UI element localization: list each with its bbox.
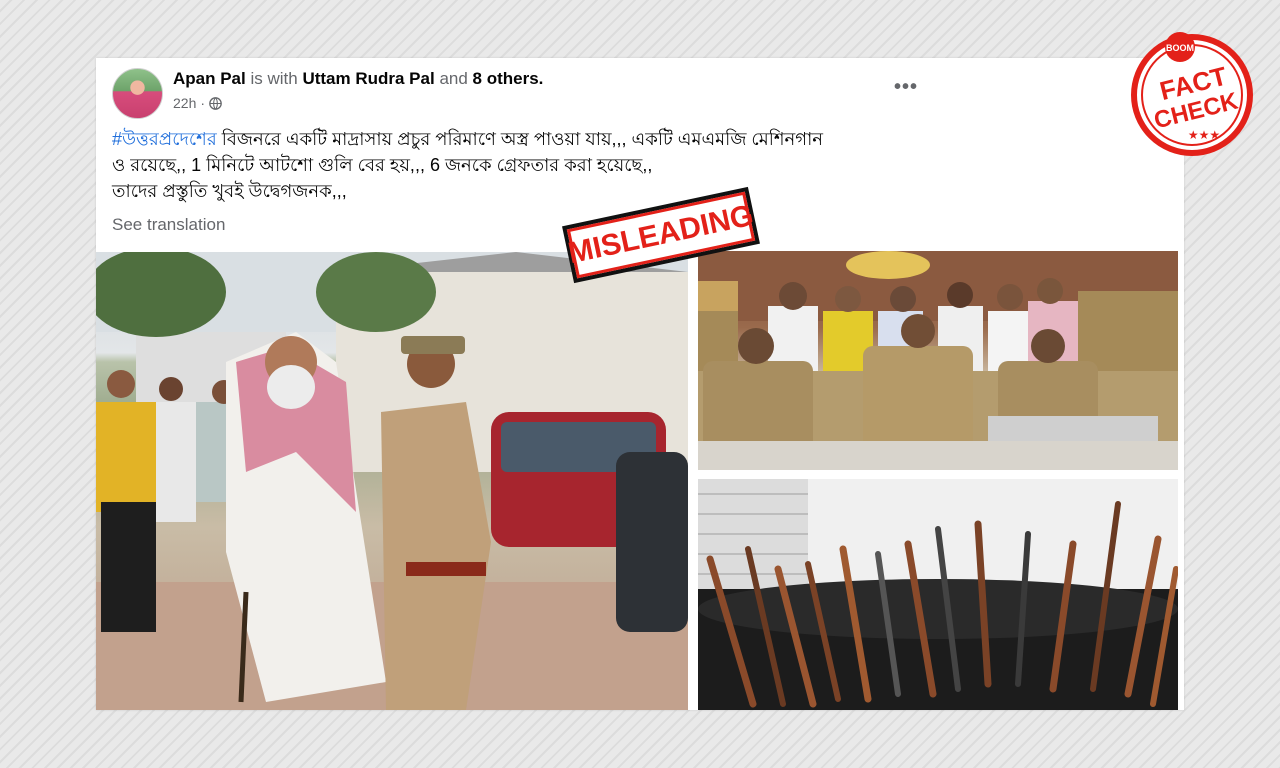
see-translation-link[interactable]: See translation	[112, 215, 225, 235]
boom-logo-text: BOOM	[1166, 43, 1194, 53]
post-line-3: তাদের প্রস্তুতি খুবই উদ্বেগজনক,,,	[112, 181, 347, 201]
with-text: is with	[250, 69, 298, 88]
post-header: Apan Pal is with Uttam Rudra Pal and 8 o…	[173, 69, 543, 89]
tagged-name[interactable]: Uttam Rudra Pal	[302, 69, 434, 88]
and-text: and	[439, 69, 468, 88]
photo-arrest[interactable]	[96, 252, 688, 710]
author-name[interactable]: Apan Pal	[173, 69, 246, 88]
photo-seized-weapons[interactable]	[698, 479, 1178, 710]
hashtag-link[interactable]: #উত্তরপ্রদেশের	[112, 129, 217, 149]
post-time[interactable]: 22h	[173, 95, 196, 111]
time-separator: ·	[200, 95, 206, 111]
post-line-1: #উত্তরপ্রদেশের বিজনরে একটি মাদ্রাসায় প্…	[112, 126, 972, 152]
post-line-2: ও রয়েছে,, 1 মিনিটে আটশো গুলি বের হয়,,,…	[112, 155, 653, 175]
globe-icon	[209, 96, 222, 110]
photo-seized-weapons-illustration	[698, 479, 1178, 710]
others-link[interactable]: 8 others.	[473, 69, 544, 88]
photo-press-conference[interactable]	[698, 251, 1178, 470]
photo-arrest-illustration	[96, 252, 688, 710]
stars-icon: ★★★	[1188, 128, 1220, 142]
avatar[interactable]	[112, 68, 163, 119]
post-line-1-text: বিজনরে একটি মাদ্রাসায় প্রচুর পরিমাণে অস…	[216, 129, 824, 149]
post-text: #উত্তরপ্রদেশের বিজনরে একটি মাদ্রাসায় প্…	[112, 126, 972, 204]
more-options-icon[interactable]: •••	[894, 76, 918, 99]
photo-press-conference-illustration	[698, 251, 1178, 470]
post-meta: 22h ·	[173, 95, 222, 111]
fact-check-seal: BOOM FACT CHECK ★★★	[1131, 32, 1253, 156]
facebook-post-card: Apan Pal is with Uttam Rudra Pal and 8 o…	[96, 58, 1184, 710]
